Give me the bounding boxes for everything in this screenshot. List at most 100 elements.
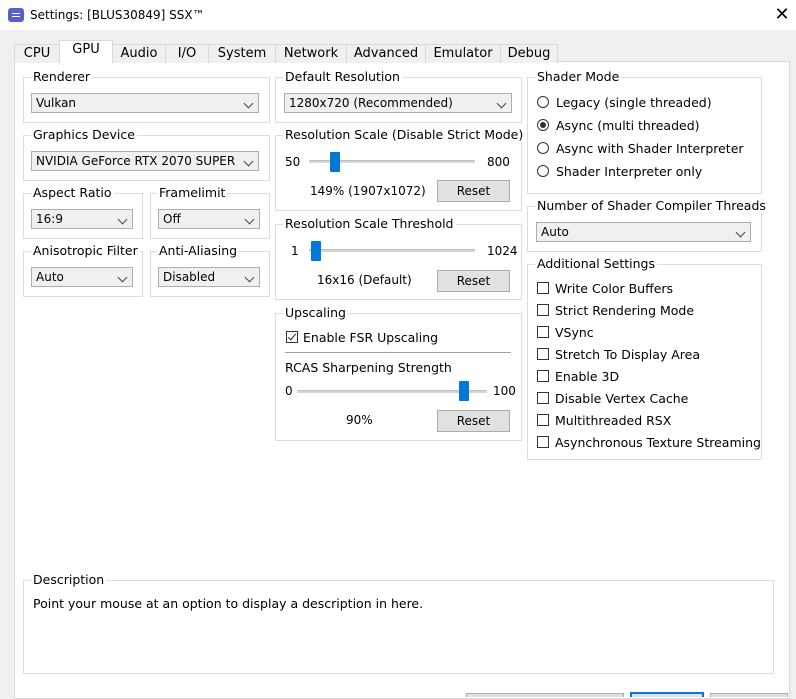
compiler-threads-value: Auto <box>541 225 569 239</box>
tab-network[interactable]: Network <box>275 44 347 63</box>
dialog-default-button-partial[interactable] <box>630 692 704 697</box>
disable-vertex-cache-checkbox[interactable] <box>537 392 549 404</box>
anti-aliasing-value: Disabled <box>163 270 216 284</box>
shader-legacy-radio[interactable] <box>537 96 549 108</box>
multithreaded-rsx-checkbox[interactable] <box>537 414 549 426</box>
chevron-down-icon <box>735 227 746 238</box>
title-bar: Settings: [BLUS30849] SSX™ ✕ <box>0 0 796 30</box>
shader-interp-only-radio[interactable] <box>537 165 549 177</box>
upscaling-divider <box>285 352 511 353</box>
shader-interp-only-label: Shader Interpreter only <box>556 164 703 179</box>
close-icon[interactable]: ✕ <box>770 4 794 26</box>
aspect-ratio-value: 16:9 <box>36 212 63 226</box>
resolution-scale-max: 800 <box>487 155 510 169</box>
rcas-min: 0 <box>285 384 293 398</box>
chevron-down-icon <box>117 272 128 283</box>
rcas-handle[interactable] <box>459 381 469 401</box>
async-texture-streaming-checkbox[interactable] <box>537 436 549 448</box>
vsync-label: VSync <box>555 325 594 340</box>
tab-gpu[interactable]: GPU <box>59 40 113 63</box>
description-group <box>23 580 774 674</box>
resolution-scale-value: 149% (1907x1072) <box>310 184 426 198</box>
compiler-threads-label: Number of Shader Compiler Threads <box>535 198 768 213</box>
tab-label: I/O <box>177 46 197 61</box>
rcas-value: 90% <box>346 413 373 427</box>
dialog-button-partial[interactable] <box>710 693 788 697</box>
tab-io[interactable]: I/O <box>165 44 209 63</box>
description-label: Description <box>31 572 107 587</box>
renderer-label: Renderer <box>31 69 93 84</box>
resolution-scale-handle[interactable] <box>329 152 340 172</box>
resolution-threshold-min: 1 <box>291 244 299 258</box>
description-text: Point your mouse at an option to display… <box>33 596 424 611</box>
enable-3d-checkbox[interactable] <box>537 370 549 382</box>
shader-mode-label: Shader Mode <box>535 69 622 84</box>
chevron-down-icon <box>496 98 507 109</box>
framelimit-select[interactable]: Off <box>158 209 260 229</box>
tab-label: Debug <box>507 46 551 61</box>
resolution-threshold-reset-button[interactable]: Reset <box>437 270 510 292</box>
anisotropic-select[interactable]: Auto <box>31 267 133 287</box>
write-color-buffers-label: Write Color Buffers <box>555 281 674 296</box>
tab-system[interactable]: System <box>208 44 276 63</box>
default-resolution-label: Default Resolution <box>283 69 402 84</box>
stretch-display-label: Stretch To Display Area <box>555 347 701 362</box>
tab-label: System <box>217 46 267 61</box>
dialog-button-partial[interactable] <box>466 693 624 697</box>
anisotropic-value: Auto <box>36 270 64 284</box>
additional-settings-label: Additional Settings <box>535 256 657 271</box>
tab-advanced[interactable]: Advanced <box>346 44 426 63</box>
write-color-buffers-checkbox[interactable] <box>537 282 549 294</box>
resolution-threshold-label: Resolution Scale Threshold <box>283 216 456 231</box>
graphics-device-label: Graphics Device <box>31 127 137 142</box>
stretch-display-checkbox[interactable] <box>537 348 549 360</box>
rcas-max: 100 <box>493 384 516 398</box>
disable-vertex-cache-label: Disable Vertex Cache <box>555 391 689 406</box>
rcas-label: RCAS Sharpening Strength <box>285 360 452 375</box>
renderer-value: Vulkan <box>36 96 77 110</box>
tab-label: Advanced <box>353 46 419 61</box>
strict-rendering-checkbox[interactable] <box>537 304 549 316</box>
enable-3d-label: Enable 3D <box>555 369 620 384</box>
resolution-threshold-handle[interactable] <box>311 241 322 261</box>
tab-label: GPU <box>72 42 100 57</box>
resolution-scale-reset-button[interactable]: Reset <box>437 180 510 202</box>
resolution-scale-label: Resolution Scale (Disable Strict Mode) <box>283 127 526 142</box>
tab-debug[interactable]: Debug <box>500 44 558 63</box>
tab-cpu[interactable]: CPU <box>14 44 60 63</box>
tab-label: CPU <box>23 46 51 61</box>
anisotropic-label: Anisotropic Filter <box>31 243 140 258</box>
shader-async-label: Async (multi threaded) <box>556 118 700 133</box>
chevron-down-icon <box>243 98 254 109</box>
graphics-device-select[interactable]: NVIDIA GeForce RTX 2070 SUPER <box>31 151 259 171</box>
tab-label: Network <box>283 46 339 61</box>
shader-async-interp-radio[interactable] <box>537 142 549 154</box>
fsr-checkbox[interactable] <box>286 331 298 343</box>
resolution-scale-min: 50 <box>285 155 301 169</box>
strict-rendering-label: Strict Rendering Mode <box>555 303 695 318</box>
anti-aliasing-label: Anti-Aliasing <box>157 243 240 258</box>
shader-async-radio[interactable] <box>537 119 549 131</box>
multithreaded-rsx-label: Multithreaded RSX <box>555 413 672 428</box>
resolution-threshold-value: 16x16 (Default) <box>317 273 412 287</box>
vsync-checkbox[interactable] <box>537 326 549 338</box>
async-texture-streaming-label: Asynchronous Texture Streaming <box>555 435 761 450</box>
resolution-threshold-slider[interactable] <box>309 249 475 252</box>
aspect-ratio-select[interactable]: 16:9 <box>31 209 133 229</box>
aspect-ratio-label: Aspect Ratio <box>31 185 114 200</box>
compiler-threads-select[interactable]: Auto <box>536 222 751 242</box>
chevron-down-icon <box>243 156 254 167</box>
default-resolution-select[interactable]: 1280x720 (Recommended) <box>284 93 512 113</box>
window-title: Settings: [BLUS30849] SSX™ <box>30 8 205 22</box>
fsr-label: Enable FSR Upscaling <box>303 330 439 345</box>
chevron-down-icon <box>244 214 255 225</box>
app-icon <box>8 8 24 22</box>
graphics-device-value: NVIDIA GeForce RTX 2070 SUPER <box>36 154 236 168</box>
tab-emulator[interactable]: Emulator <box>425 44 501 63</box>
renderer-select[interactable]: Vulkan <box>31 93 259 113</box>
tab-audio[interactable]: Audio <box>112 44 166 63</box>
rcas-reset-button[interactable]: Reset <box>437 410 510 432</box>
shader-async-interp-label: Async with Shader Interpreter <box>556 141 744 156</box>
chevron-down-icon <box>117 214 128 225</box>
anti-aliasing-select[interactable]: Disabled <box>158 267 260 287</box>
